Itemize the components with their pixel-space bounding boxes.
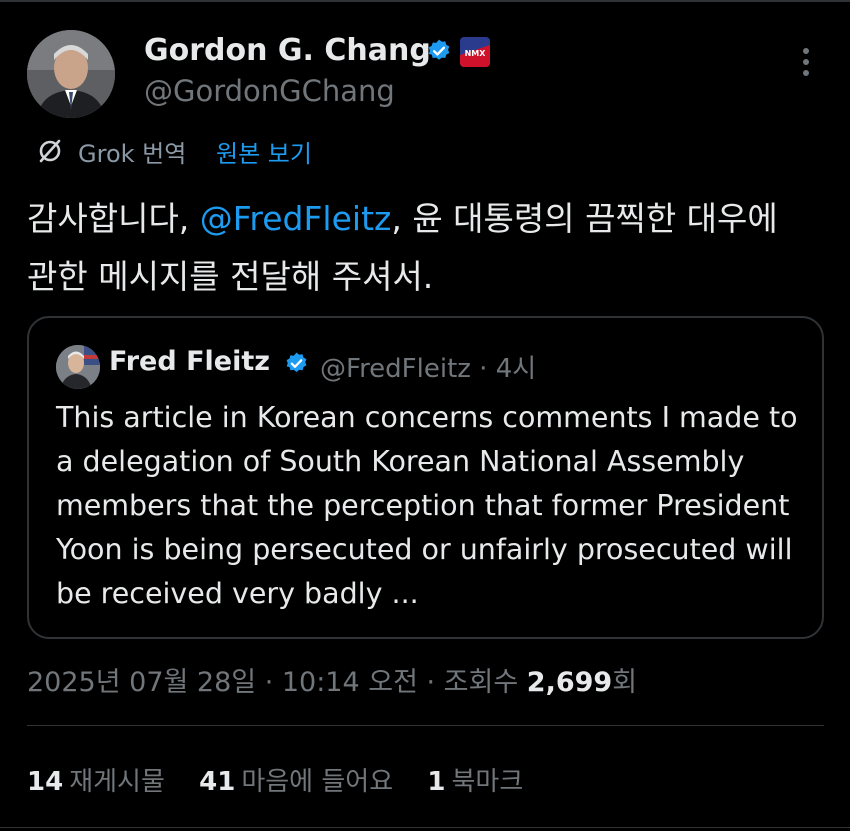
quote-author-name: Fred Fleitz xyxy=(109,346,270,377)
reposts-label: 재게시물 xyxy=(69,767,165,797)
tweet-text-before: 감사합니다, xyxy=(27,199,200,238)
grok-translation-label: Grok 번역 xyxy=(78,140,187,168)
view-count: 2,699 xyxy=(526,667,613,698)
grok-logo-icon xyxy=(39,139,61,163)
bottom-divider xyxy=(0,827,850,828)
affiliation-badge-icon[interactable]: NMX xyxy=(460,37,490,67)
bookmarks-label: 북마크 xyxy=(451,767,524,797)
author-avatar[interactable] xyxy=(27,30,115,118)
show-original-link[interactable]: 원본 보기 xyxy=(216,134,312,169)
quote-verified-badge-icon xyxy=(286,352,307,372)
author-handle[interactable]: @GordonGChang xyxy=(144,74,395,108)
tweet-meta: 2025년 07월 28일 · 10:14 오전 · 조회수 2,699회 xyxy=(27,660,637,699)
reposts-stat[interactable]: 14 재게시물 xyxy=(27,761,165,798)
quote-tweet-card[interactable]: Fred Fleitz @FredFleitz · 4시 This articl… xyxy=(27,316,824,639)
likes-stat[interactable]: 41 마음에 들어요 xyxy=(199,761,393,798)
avatar-photo-icon xyxy=(27,30,115,118)
top-divider xyxy=(0,0,850,2)
likes-count: 41 xyxy=(199,767,236,797)
quote-author-avatar[interactable] xyxy=(56,345,100,389)
likes-label: 마음에 들어요 xyxy=(241,767,394,797)
view-count-suffix: 회 xyxy=(612,667,638,698)
tweet-text: 감사합니다, @FredFleitz, 윤 대통령의 끔찍한 대우에 관한 메시… xyxy=(27,190,817,306)
engagement-stats: 14 재게시물 41 마음에 들어요 1 북마크 xyxy=(27,761,549,798)
quote-handle-time: @FredFleitz · 4시 xyxy=(320,354,537,384)
mention-link[interactable]: @FredFleitz xyxy=(200,199,392,238)
tweet-datetime: 2025년 07월 28일 · 10:14 오전 · 조회수 xyxy=(27,667,527,698)
author-display-name[interactable]: Gordon G. Chang xyxy=(144,33,431,68)
bookmarks-stat[interactable]: 1 북마크 xyxy=(427,761,523,798)
reposts-count: 14 xyxy=(27,767,64,797)
svg-text:NMX: NMX xyxy=(465,49,487,58)
bookmarks-count: 1 xyxy=(427,767,446,797)
section-divider xyxy=(27,725,824,726)
quote-avatar-photo-icon xyxy=(56,345,100,389)
quote-text: This article in Korean concerns comments… xyxy=(56,401,798,610)
more-options-icon[interactable] xyxy=(795,48,817,82)
verified-badge-icon xyxy=(428,39,450,60)
